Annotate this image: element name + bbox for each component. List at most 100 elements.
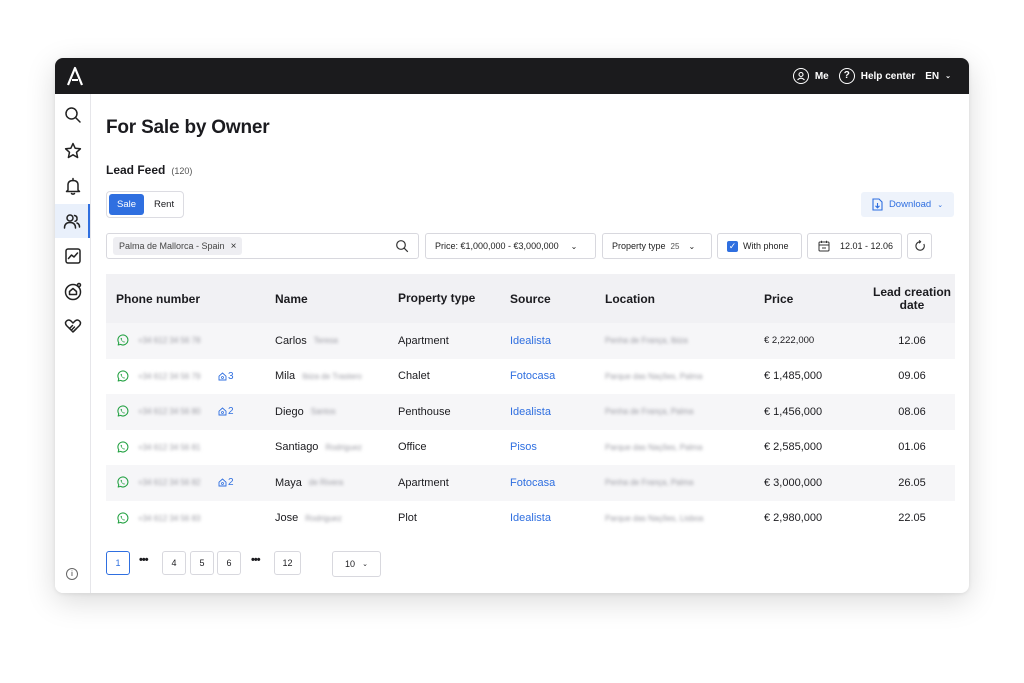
- property-type-label: Property type: [612, 241, 666, 251]
- table-header: Phone number Name Property type Source L…: [106, 274, 955, 323]
- with-phone-checkbox[interactable]: ✓ With phone: [717, 233, 802, 259]
- page-button-4[interactable]: 4: [162, 551, 186, 575]
- source-link[interactable]: Fotocasa: [499, 477, 595, 489]
- whatsapp-icon[interactable]: [116, 476, 129, 489]
- file-download-icon: [872, 198, 883, 211]
- download-button[interactable]: Download ⌄: [861, 192, 954, 217]
- download-label: Download: [888, 199, 932, 210]
- whatsapp-icon[interactable]: [116, 334, 129, 347]
- pagination-ellipsis: •••: [139, 554, 149, 566]
- sidebar-item-leads[interactable]: [55, 204, 90, 238]
- price-filter[interactable]: Price: €1,000,000 - €3,000,000 ⌄: [425, 233, 596, 259]
- header-source[interactable]: Source: [499, 292, 595, 306]
- phone-cell: +34 612 34 56 81: [106, 441, 264, 454]
- chevron-down-icon: ⌄: [688, 241, 696, 251]
- source-link[interactable]: Idealista: [499, 335, 595, 347]
- source-link[interactable]: Idealista: [499, 406, 595, 418]
- with-phone-label: With phone: [743, 241, 789, 251]
- search-icon: [64, 107, 81, 123]
- home-icon: [218, 372, 227, 381]
- search-icon[interactable]: [395, 239, 409, 253]
- lead-date-cell: 12.06: [898, 334, 926, 347]
- chevron-down-icon: ⌄: [937, 201, 944, 209]
- source-link[interactable]: Idealista: [499, 512, 595, 524]
- duplicate-listings-badge[interactable]: 2: [218, 477, 234, 488]
- table-body: +34 612 34 56 78 Carlos Teresa Apartment Ide…: [106, 323, 955, 536]
- header-name[interactable]: Name: [264, 292, 387, 306]
- duplicate-listings-badge[interactable]: 3: [218, 371, 234, 382]
- phone-cell: +34 612 34 56 82 2: [106, 476, 264, 489]
- property-type-count: 25: [670, 241, 680, 251]
- table-row[interactable]: +34 612 34 56 81 Santiago Rodriguez Office P…: [106, 430, 955, 466]
- toggle-sale[interactable]: Sale: [109, 194, 145, 215]
- table-row[interactable]: +34 612 34 56 83 Jose Rodriguez Plot Idealis…: [106, 501, 955, 537]
- toggle-rent[interactable]: Rent: [146, 194, 182, 215]
- page-button-1[interactable]: 1: [106, 551, 130, 575]
- phone-number[interactable]: +34 612 34 56 83: [138, 514, 201, 523]
- close-icon[interactable]: ×: [231, 241, 237, 252]
- price-filter-label: Price: €1,000,000 - €3,000,000: [435, 241, 559, 251]
- phone-number[interactable]: +34 612 34 56 80: [138, 407, 201, 416]
- language-selector[interactable]: EN ⌄: [925, 71, 951, 82]
- sidebar-item-notifications[interactable]: [55, 169, 90, 203]
- phone-number[interactable]: +34 612 34 56 79: [138, 372, 201, 381]
- table-row[interactable]: +34 612 34 56 79 3 Mila Ibiza de Trastero Ch…: [106, 359, 955, 395]
- source-link[interactable]: Fotocasa: [499, 370, 595, 382]
- whatsapp-icon[interactable]: [116, 405, 129, 418]
- phone-number[interactable]: +34 612 34 56 82: [138, 478, 201, 487]
- header-property-type[interactable]: Property type: [387, 292, 499, 305]
- property-type-cell: Plot: [398, 512, 417, 525]
- help-center-link[interactable]: ? Help center: [838, 68, 915, 84]
- rows-per-page-select[interactable]: 10 ⌄: [332, 551, 381, 577]
- page-button-6[interactable]: 6: [217, 551, 241, 575]
- whatsapp-icon[interactable]: [116, 370, 129, 383]
- pagination-ellipsis: •••: [251, 554, 261, 566]
- whatsapp-icon[interactable]: [116, 441, 129, 454]
- property-type-filter[interactable]: Property type 25 ⌄: [602, 233, 712, 259]
- home-circle-icon: [64, 282, 81, 301]
- page-title: For Sale by Owner: [106, 117, 270, 138]
- sidebar-item-partners[interactable]: [55, 309, 90, 343]
- table-row[interactable]: +34 612 34 56 82 2 Maya de Rivera Apartment F…: [106, 465, 955, 501]
- property-type-cell: Office: [398, 441, 427, 454]
- info-icon[interactable]: i: [66, 568, 78, 580]
- sidebar-item-favorites[interactable]: [55, 134, 90, 168]
- checkmark-icon: ✓: [727, 240, 738, 252]
- property-type-cell: Chalet: [398, 370, 430, 383]
- header-phone[interactable]: Phone number: [106, 292, 264, 306]
- phone-number[interactable]: +34 612 34 56 78: [138, 336, 201, 345]
- reset-filters-button[interactable]: [907, 233, 932, 259]
- brand-logo-icon[interactable]: [65, 65, 85, 87]
- location-cell: Penha de França, Palma: [605, 478, 694, 488]
- table-row[interactable]: +34 612 34 56 78 Carlos Teresa Apartment Ide…: [106, 323, 955, 359]
- date-range-label: 12.01 - 12.06: [840, 241, 894, 251]
- sidebar-item-search[interactable]: [55, 98, 90, 132]
- phone-number[interactable]: +34 612 34 56 81: [138, 443, 201, 452]
- source-link[interactable]: Pisos: [499, 441, 595, 453]
- whatsapp-icon[interactable]: [116, 512, 129, 525]
- rows-per-page-value: 10: [345, 559, 356, 569]
- name-cell: Maya de Rivera: [264, 477, 387, 489]
- account-menu[interactable]: Me: [792, 68, 829, 84]
- header-price[interactable]: Price: [757, 292, 869, 306]
- location-search-input[interactable]: Palma de Mallorca - Spain ×: [106, 233, 419, 259]
- page-button-5[interactable]: 5: [190, 551, 214, 575]
- sidebar-item-analytics[interactable]: [55, 239, 90, 273]
- table-row[interactable]: +34 612 34 56 80 2 Diego Santos Penthouse Ide…: [106, 394, 955, 430]
- home-icon: [218, 407, 227, 416]
- lead-date-cell: 01.06: [898, 441, 926, 454]
- header-location[interactable]: Location: [595, 292, 757, 306]
- location-cell: Penha de França, Ibiza: [605, 336, 688, 346]
- duplicate-listings-badge[interactable]: 2: [218, 406, 234, 417]
- price-cell: € 2,980,000: [764, 512, 823, 525]
- duplicate-count: 2: [228, 477, 234, 489]
- header-lead-date[interactable]: Lead creation date: [869, 286, 955, 311]
- top-bar: Me ? Help center EN ⌄: [55, 58, 969, 94]
- user-icon: [792, 68, 809, 84]
- sidebar-item-home-valuation[interactable]: [55, 274, 90, 308]
- price-cell: € 2,585,000: [764, 441, 823, 454]
- page-button-12[interactable]: 12: [274, 551, 301, 575]
- calendar-icon: [818, 240, 830, 252]
- date-range-filter[interactable]: 12.01 - 12.06: [807, 233, 902, 259]
- chevron-down-icon: ⌄: [362, 561, 368, 568]
